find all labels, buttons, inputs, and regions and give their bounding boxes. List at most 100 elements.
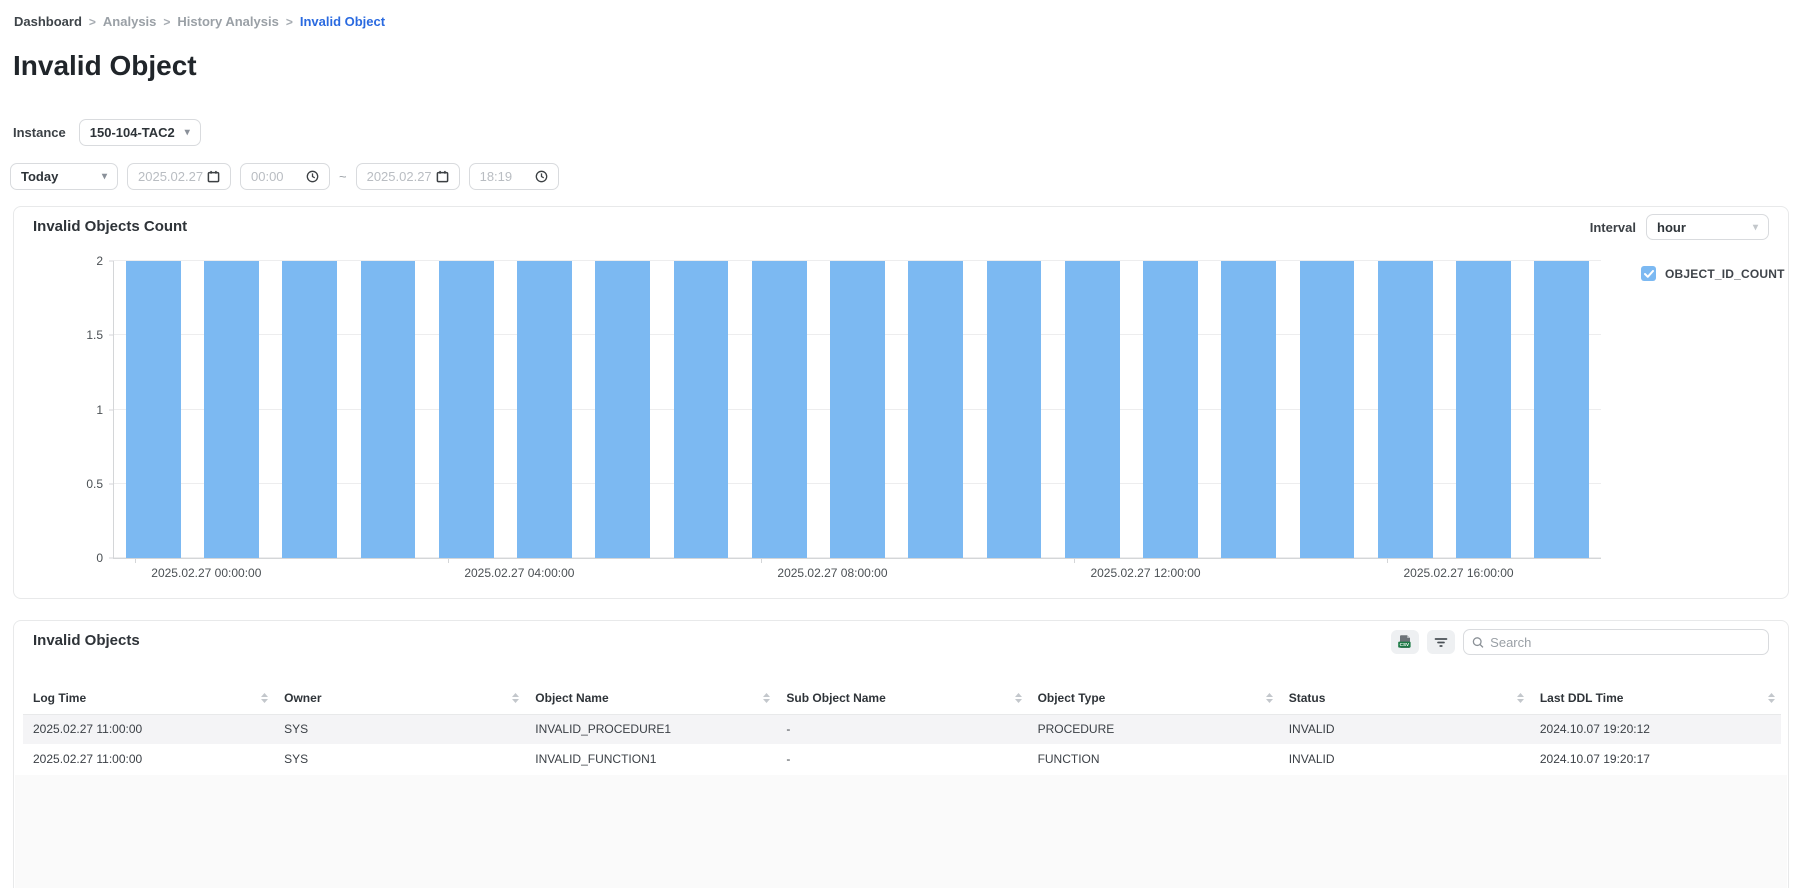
breadcrumb-item-history-analysis[interactable]: History Analysis	[177, 14, 278, 29]
bar[interactable]	[674, 261, 729, 558]
table-cell: INVALID_PROCEDURE1	[525, 714, 776, 744]
column-header-status[interactable]: Status	[1279, 683, 1530, 714]
breadcrumb-item-analysis[interactable]: Analysis	[103, 14, 156, 29]
table-cell: -	[776, 714, 1027, 744]
bar[interactable]	[1534, 261, 1589, 558]
calendar-icon	[436, 170, 449, 183]
instance-select[interactable]: 150-104-TAC2 ▾	[79, 119, 201, 146]
interval-select-value: hour	[1657, 220, 1686, 235]
y-axis-tickmark	[109, 261, 114, 262]
x-axis-label: 2025.02.27 00:00:00	[151, 566, 261, 580]
table-cell: -	[776, 744, 1027, 774]
y-axis-label: 2	[96, 254, 103, 268]
invalid-objects-card: Invalid Objects CSV Log TimeOwnerOb	[13, 620, 1789, 888]
legend-label: OBJECT_ID_COUNT	[1665, 267, 1785, 281]
bar[interactable]	[204, 261, 259, 558]
end-date-input[interactable]: 2025.02.27	[356, 163, 460, 190]
breadcrumb-item-dashboard[interactable]: Dashboard	[14, 14, 82, 29]
search-box	[1463, 629, 1769, 655]
bar[interactable]	[830, 261, 885, 558]
table-cell: INVALID	[1279, 714, 1530, 744]
bar[interactable]	[1300, 261, 1355, 558]
time-preset-select[interactable]: Today ▾	[10, 163, 118, 190]
end-time-input[interactable]: 18:19	[469, 163, 559, 190]
bar[interactable]	[517, 261, 572, 558]
bar[interactable]	[595, 261, 650, 558]
table-cell: 2024.10.07 19:20:12	[1530, 714, 1781, 744]
table-cell: FUNCTION	[1028, 744, 1279, 774]
csv-export-button[interactable]: CSV	[1391, 630, 1419, 654]
column-header-last-ddl-time[interactable]: Last DDL Time	[1530, 683, 1781, 714]
table-header: Log Time Owner Object Name Sub Object Name O…	[23, 683, 1781, 714]
csv-export-icon: CSV	[1397, 634, 1413, 650]
column-header-log-time[interactable]: Log Time	[23, 683, 274, 714]
legend-checkbox[interactable]	[1641, 266, 1656, 281]
start-time-input[interactable]: 00:00	[240, 163, 330, 190]
range-separator: ~	[339, 169, 347, 184]
sort-icon[interactable]	[1266, 693, 1273, 703]
column-header-object-name[interactable]: Object Name	[525, 683, 776, 714]
start-date-value: 2025.02.27	[138, 169, 203, 184]
table-cell: 2025.02.27 11:00:00	[23, 744, 274, 774]
table-row[interactable]: 2025.02.27 11:00:00SYSINVALID_PROCEDURE1…	[23, 714, 1781, 744]
x-axis-label: 2025.02.27 12:00:00	[1090, 566, 1200, 580]
bar[interactable]	[126, 261, 181, 558]
table-row[interactable]: 2025.02.27 11:00:00SYSINVALID_FUNCTION1-…	[23, 744, 1781, 774]
instance-label: Instance	[13, 125, 66, 140]
search-input[interactable]	[1490, 635, 1760, 650]
clock-icon	[535, 170, 548, 183]
table-cell: PROCEDURE	[1028, 714, 1279, 744]
breadcrumb-item-invalid-object[interactable]: Invalid Object	[300, 14, 385, 29]
filter-button[interactable]	[1427, 630, 1455, 654]
table-cell: SYS	[274, 714, 525, 744]
bar[interactable]	[1065, 261, 1120, 558]
table-empty-area	[15, 775, 1787, 888]
bar-chart-plot: 00.511.522025.02.27 00:00:002025.02.27 0…	[113, 261, 1601, 559]
column-header-label: Last DDL Time	[1540, 691, 1624, 705]
table-cell: 2025.02.27 11:00:00	[23, 714, 274, 744]
bar[interactable]	[1143, 261, 1198, 558]
interval-select[interactable]: hour ▾	[1646, 214, 1769, 240]
sort-icon[interactable]	[1517, 693, 1524, 703]
start-date-input[interactable]: 2025.02.27	[127, 163, 231, 190]
sort-icon[interactable]	[512, 693, 519, 703]
bar[interactable]	[1456, 261, 1511, 558]
invalid-objects-count-card: Invalid Objects Count Interval hour ▾ 00…	[13, 206, 1789, 599]
y-axis-tickmark	[109, 483, 114, 484]
invalid-objects-table: Log Time Owner Object Name Sub Object Name O…	[23, 683, 1781, 774]
chart-card-title: Invalid Objects Count	[33, 218, 187, 235]
column-header-object-type[interactable]: Object Type	[1028, 683, 1279, 714]
bar[interactable]	[752, 261, 807, 558]
sort-icon[interactable]	[261, 693, 268, 703]
sort-icon[interactable]	[1768, 693, 1775, 703]
table-cell: SYS	[274, 744, 525, 774]
bar[interactable]	[439, 261, 494, 558]
table-toolbar: CSV	[1391, 629, 1769, 655]
legend-item-object-id-count[interactable]: OBJECT_ID_COUNT	[1641, 266, 1785, 281]
breadcrumb-separator: >	[89, 15, 96, 29]
search-icon	[1472, 636, 1484, 649]
sort-icon[interactable]	[763, 693, 770, 703]
y-axis-tickmark	[109, 335, 114, 336]
breadcrumb-separator: >	[163, 15, 170, 29]
bar[interactable]	[361, 261, 416, 558]
column-header-label: Status	[1289, 691, 1326, 705]
column-header-label: Owner	[284, 691, 321, 705]
column-header-label: Sub Object Name	[786, 691, 885, 705]
bar[interactable]	[1221, 261, 1276, 558]
x-axis-label: 2025.02.27 16:00:00	[1403, 566, 1513, 580]
bar[interactable]	[282, 261, 337, 558]
end-date-value: 2025.02.27	[367, 169, 432, 184]
bar[interactable]	[987, 261, 1042, 558]
column-header-label: Log Time	[33, 691, 86, 705]
bar[interactable]	[1378, 261, 1433, 558]
interval-control: Interval hour ▾	[1590, 214, 1769, 240]
column-header-owner[interactable]: Owner	[274, 683, 525, 714]
column-header-sub-object-name[interactable]: Sub Object Name	[776, 683, 1027, 714]
bar[interactable]	[908, 261, 963, 558]
sort-icon[interactable]	[1015, 693, 1022, 703]
column-header-label: Object Name	[535, 691, 608, 705]
svg-text:CSV: CSV	[1400, 642, 1410, 647]
y-axis-tickmark	[109, 558, 114, 559]
x-axis-label: 2025.02.27 04:00:00	[464, 566, 574, 580]
